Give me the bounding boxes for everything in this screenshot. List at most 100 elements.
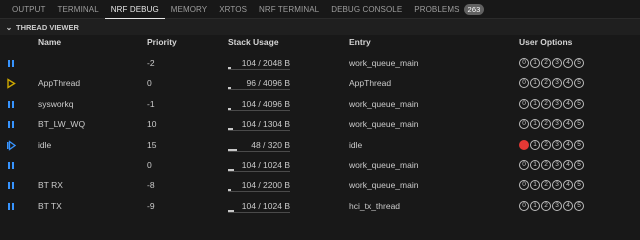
stack-usage-bar: 96 / 4096 B [228,77,290,91]
user-option-5[interactable]: 5 [574,180,584,191]
thread-row[interactable]: 0 work_queue_main 104 / 1024 B012345 [0,156,640,176]
tab-problems[interactable]: PROBLEMS 263 [408,0,490,19]
user-option-2[interactable]: 2 [541,78,551,89]
pause-icon [6,99,16,110]
tab-debug-console[interactable]: DEBUG CONSOLE [325,0,408,19]
tab-label: DEBUG CONSOLE [331,5,403,14]
stack-usage-bar: 104 / 2048 B [228,57,290,70]
user-option-4[interactable]: 4 [563,58,573,68]
thread-entry: work_queue_main [349,180,419,191]
user-option-4[interactable]: 4 [563,200,573,211]
column-header-priority[interactable]: Priority [147,37,177,51]
user-option-1[interactable]: 1 [530,98,540,109]
user-option-2[interactable]: 2 [541,119,551,130]
user-option-0[interactable]: 0 [519,139,529,150]
thread-row[interactable]: BT RX -8 work_queue_main 104 / 2200 B 012345 [0,176,640,196]
tab-label: TERMINAL [57,5,99,14]
play-outline-icon [6,78,16,90]
user-option-1[interactable]: 1 [530,58,540,68]
user-option-3[interactable]: 3 [552,98,562,109]
user-option-3[interactable]: 3 [552,200,562,211]
stack-usage-bar: 104 / 4096 B [228,98,290,111]
thread-entry: idle [349,139,363,150]
user-option-0[interactable]: 0 [519,98,529,109]
user-option-2[interactable]: 2 [541,160,551,170]
user-option-5[interactable]: 5 [574,78,584,89]
user-option-0[interactable]: 0 [519,119,529,130]
thread-row[interactable]: -2 work_queue_main 104 / 2048 B 012345 [0,54,640,74]
thread-priority: -1 [147,98,155,109]
stack-usage-fill [228,169,234,171]
user-option-5[interactable]: 5 [574,160,584,170]
user-option-2[interactable]: 2 [541,200,551,211]
user-option-3[interactable]: 3 [552,119,562,130]
thread-entry: work_queue_main [349,98,419,109]
user-option-4[interactable]: 4 [563,98,573,109]
column-header-name[interactable]: Name [38,37,61,51]
thread-row[interactable]: sysworkq -1 work_queue_main 104 / 4096 B 012… [0,95,640,115]
tab-nrf-terminal[interactable]: NRF TERMINAL [253,0,325,19]
user-option-0[interactable]: 0 [519,160,529,170]
thread-priority: -8 [147,180,155,191]
stack-usage-bar: 48 / 320 B [228,139,290,152]
tab-terminal[interactable]: TERMINAL [52,0,105,19]
user-option-5[interactable]: 5 [574,119,584,130]
user-option-3[interactable]: 3 [552,58,562,68]
user-option-0[interactable]: 0 [519,200,529,211]
stack-usage-text: 104 / 4096 B [241,98,290,109]
tab-label: NRF DEBUG [110,5,159,14]
user-option-0[interactable]: 0 [519,58,529,68]
user-option-3[interactable]: 3 [552,180,562,191]
column-header-entry[interactable]: Entry [349,37,371,51]
user-option-0[interactable]: 0 [519,180,529,191]
user-option-5[interactable]: 5 [574,200,584,211]
thread-row[interactable]: BT_LW_WQ 10 work_queue_main 104 / 1304 B 012… [0,115,640,135]
user-option-4[interactable]: 4 [563,160,573,170]
user-option-4[interactable]: 4 [563,180,573,191]
thread-viewer-header[interactable]: ⌄ THREAD VIEWER [0,19,640,35]
user-option-1[interactable]: 1 [530,180,540,191]
user-option-1[interactable]: 1 [530,119,540,130]
user-option-2[interactable]: 2 [541,98,551,109]
user-option-2[interactable]: 2 [541,180,551,191]
user-option-3[interactable]: 3 [552,78,562,89]
stack-usage-bar: 104 / 1304 B [228,118,290,132]
thread-row[interactable]: idle 15 idle 48 / 320 B012345 [0,136,640,156]
stack-usage-text: 48 / 320 B [251,139,290,150]
user-option-5[interactable]: 5 [574,98,584,109]
user-option-4[interactable]: 4 [563,139,573,150]
column-header-user-options[interactable]: User Options [519,37,572,51]
user-option-1[interactable]: 1 [530,160,540,170]
user-options: 012345 [519,139,584,150]
thread-row[interactable]: AppThread 0 AppThread 96 / 4096 B012345 [0,74,640,94]
thread-row[interactable]: BT TX -9 hci_tx_thread 104 / 1024 B 012345 [0,197,640,217]
stack-usage-text: 104 / 2200 B [241,180,290,191]
user-option-3[interactable]: 3 [552,139,562,150]
tab-memory[interactable]: MEMORY [165,0,213,19]
user-option-1[interactable]: 1 [530,78,540,89]
chevron-down-icon[interactable]: ⌄ [4,23,14,32]
user-option-1[interactable]: 1 [530,139,540,150]
user-option-0[interactable]: 0 [519,78,529,89]
tab-output[interactable]: OUTPUT [6,0,52,19]
user-option-1[interactable]: 1 [530,200,540,211]
user-option-3[interactable]: 3 [552,160,562,170]
user-option-4[interactable]: 4 [563,119,573,130]
user-option-2[interactable]: 2 [541,58,551,68]
thread-entry: work_queue_main [349,119,419,130]
user-option-4[interactable]: 4 [563,78,573,89]
thread-priority: 0 [147,160,152,170]
user-option-5[interactable]: 5 [574,58,584,68]
thread-priority: 10 [147,119,157,130]
problems-count-badge: 263 [463,4,485,15]
tab-xrtos[interactable]: XRTOS [213,0,253,19]
stack-usage-fill [228,148,237,151]
tab-nrf-debug[interactable]: NRF DEBUG [105,0,165,19]
user-options: 012345 [519,98,584,109]
user-option-2[interactable]: 2 [541,139,551,150]
pause-icon [6,160,16,171]
user-option-5[interactable]: 5 [574,139,584,150]
thread-viewer-title: THREAD VIEWER [16,22,79,32]
column-header-stack-usage[interactable]: Stack Usage [228,37,279,51]
pause-icon [6,58,16,69]
